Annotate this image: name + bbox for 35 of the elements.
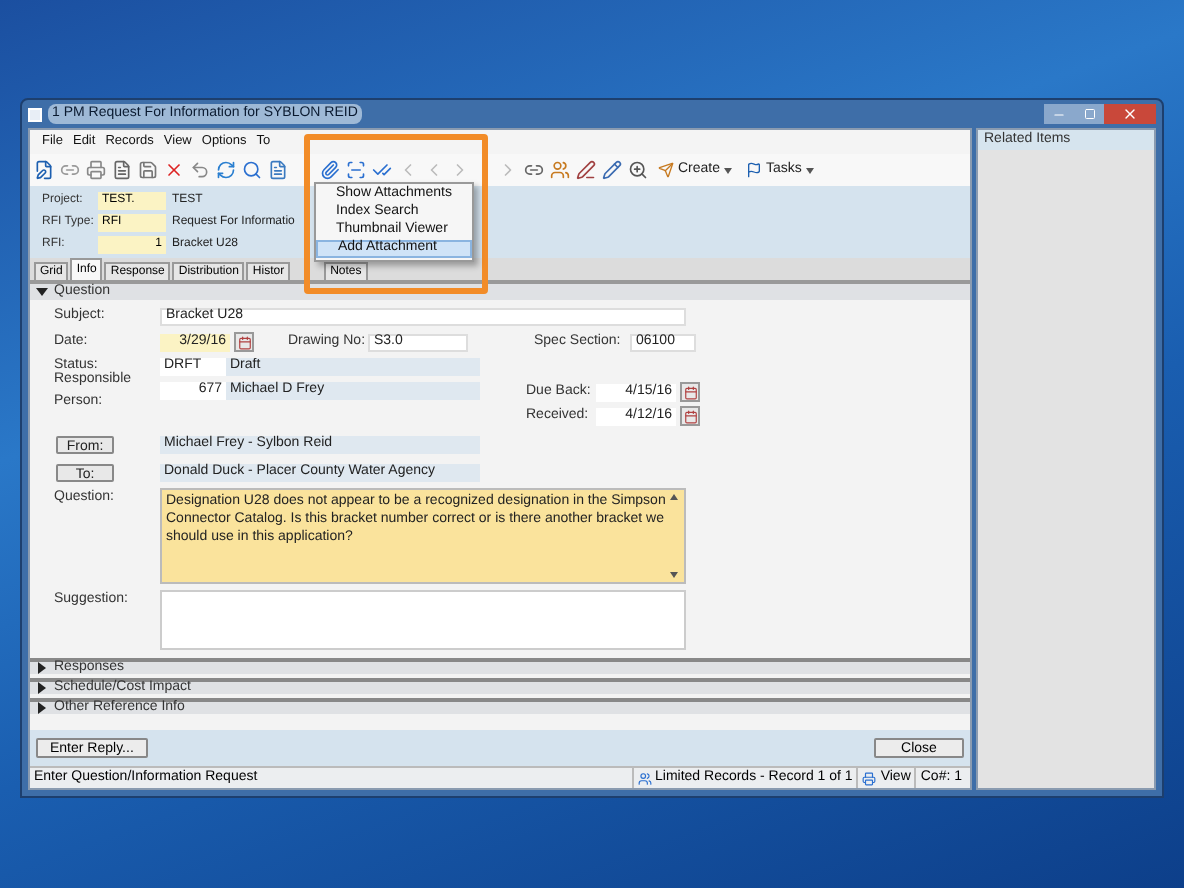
document-icon[interactable] — [268, 160, 288, 180]
save-icon[interactable] — [138, 160, 158, 180]
caret-icon[interactable] — [724, 167, 733, 173]
calendar-icon[interactable] — [680, 382, 700, 402]
search-icon[interactable] — [242, 160, 262, 180]
expand-arrow-icon[interactable] — [36, 662, 48, 674]
caret-icon[interactable] — [805, 167, 814, 173]
app-icon — [28, 107, 42, 121]
paperclip-icon[interactable] — [320, 160, 340, 180]
send-icon — [658, 162, 674, 178]
signature-icon[interactable] — [576, 160, 596, 180]
flag-icon — [746, 162, 763, 178]
scanner-icon[interactable] — [346, 160, 366, 180]
document-edit-icon[interactable] — [34, 160, 54, 180]
link-icon[interactable] — [524, 160, 544, 180]
link-icon[interactable] — [60, 160, 80, 180]
zoom-icon[interactable] — [628, 160, 648, 180]
undo-icon[interactable] — [190, 160, 210, 180]
document-icon[interactable] — [112, 160, 132, 180]
calendar-icon[interactable] — [680, 406, 700, 426]
scroll-up-arrow-icon[interactable] — [670, 494, 678, 500]
refresh-icon[interactable] — [216, 160, 236, 180]
calendar-icon[interactable] — [234, 332, 254, 352]
expand-arrow-icon[interactable] — [36, 682, 48, 694]
printer-icon[interactable] — [86, 160, 106, 180]
collapse-arrow-icon[interactable] — [36, 286, 48, 298]
people-icon[interactable] — [550, 160, 570, 180]
expand-arrow-icon[interactable] — [36, 702, 48, 714]
checkmark-icon[interactable] — [372, 160, 392, 180]
scroll-down-arrow-icon[interactable] — [670, 572, 678, 578]
pencil-icon[interactable] — [602, 160, 622, 180]
delete-icon[interactable] — [164, 160, 184, 180]
view-icon — [862, 771, 877, 785]
maximize-icon[interactable] — [1074, 104, 1104, 124]
records-icon — [637, 771, 651, 785]
